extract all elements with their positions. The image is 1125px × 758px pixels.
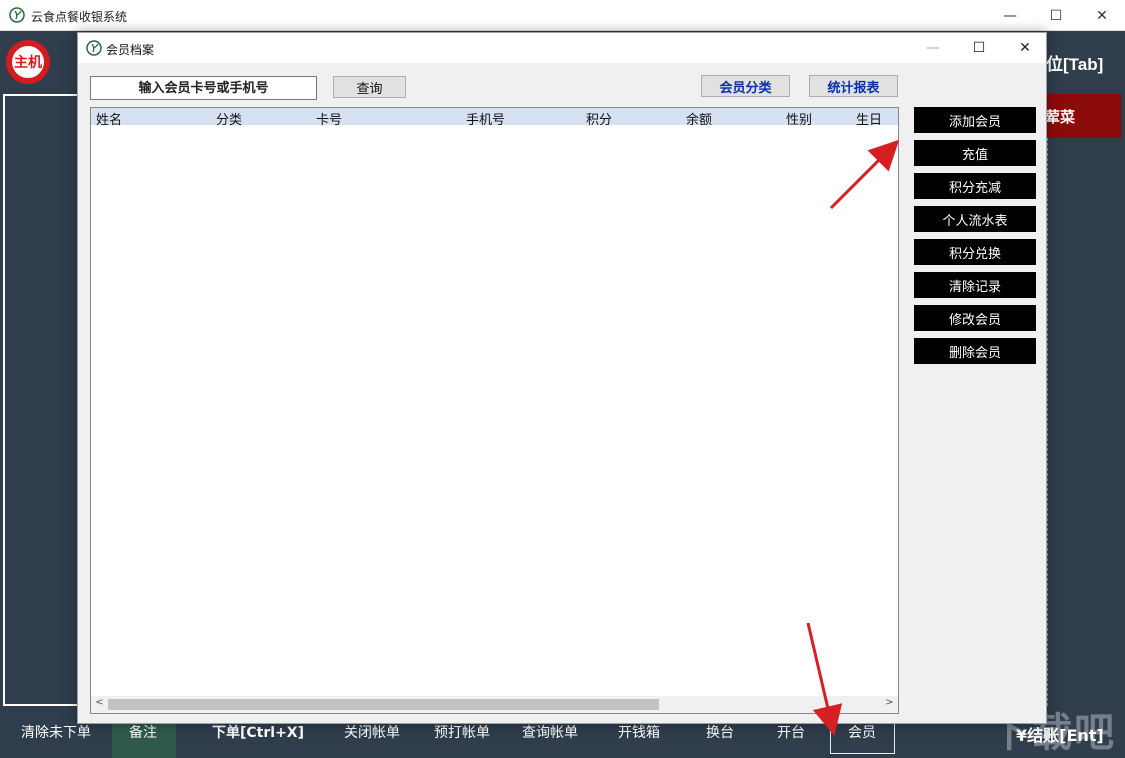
scrollbar-thumb[interactable]: [108, 699, 659, 710]
app-titlebar: 云食点餐收银系统 — ☐ ✕: [0, 0, 1125, 31]
scroll-right-icon[interactable]: >: [881, 697, 898, 708]
dialog-logo-icon: [86, 40, 102, 56]
right-top-label[interactable]: 位[Tab]: [1046, 50, 1103, 75]
open-cash-drawer-button[interactable]: 开钱箱: [618, 722, 660, 742]
close-icon[interactable]: ✕: [1079, 0, 1125, 31]
query-button[interactable]: 查询: [333, 76, 406, 98]
member-button[interactable]: 会员: [848, 722, 876, 742]
app-title: 云食点餐收银系统: [31, 10, 128, 24]
dialog-close-icon[interactable]: ✕: [1002, 33, 1048, 63]
scroll-left-icon[interactable]: <: [91, 697, 108, 708]
points-exchange-button[interactable]: 积分兑换: [914, 239, 1036, 265]
statistics-report-button[interactable]: 统计报表: [809, 75, 898, 97]
dialog-maximize-icon[interactable]: ☐: [956, 33, 1002, 63]
maximize-icon[interactable]: ☐: [1033, 0, 1079, 31]
clear-unordered-button[interactable]: 清除未下单: [21, 722, 91, 742]
member-category-button[interactable]: 会员分类: [701, 75, 790, 97]
preprint-bill-button[interactable]: 预打帐单: [434, 722, 490, 742]
category-tab-label: 荤菜: [1045, 107, 1076, 126]
host-badge-label: 主机: [10, 44, 46, 80]
dialog-minimize-icon[interactable]: —: [910, 33, 956, 63]
member-table[interactable]: 姓名 分类 卡号 手机号 积分 余额 性别 生日 < >: [90, 107, 899, 714]
open-table-button[interactable]: 开台: [777, 722, 805, 742]
dialog-titlebar: 会员档案 — ☐ ✕: [78, 33, 1046, 63]
table-header: 姓名 分类 卡号 手机号 积分 余额 性别 生日: [91, 108, 898, 128]
column-phone[interactable]: 手机号: [466, 109, 505, 128]
clear-records-button[interactable]: 清除记录: [914, 272, 1036, 298]
minimize-icon[interactable]: —: [987, 0, 1033, 31]
personal-statement-button[interactable]: 个人流水表: [914, 206, 1036, 232]
member-search-input[interactable]: [90, 76, 317, 100]
member-dialog: 会员档案 — ☐ ✕ 查询 会员分类 统计报表 姓名 分类 卡号 手机号 积分 …: [77, 32, 1047, 724]
column-points[interactable]: 积分: [586, 109, 612, 128]
query-bill-button[interactable]: 查询帐单: [522, 722, 578, 742]
dialog-title: 会员档案: [106, 43, 155, 57]
column-card-number[interactable]: 卡号: [316, 109, 342, 128]
place-order-button[interactable]: 下单[Ctrl+X]: [212, 722, 304, 742]
horizontal-scrollbar[interactable]: < >: [91, 696, 898, 713]
points-adjust-button[interactable]: 积分充减: [914, 173, 1036, 199]
delete-member-button[interactable]: 删除会员: [914, 338, 1036, 364]
category-tab-active[interactable]: 荤菜: [1045, 94, 1121, 138]
remark-button[interactable]: 备注: [129, 722, 157, 742]
edit-member-button[interactable]: 修改会员: [914, 305, 1036, 331]
right-panel: [1047, 138, 1122, 706]
column-name[interactable]: 姓名: [96, 109, 122, 128]
column-balance[interactable]: 余额: [686, 109, 712, 128]
change-table-button[interactable]: 换台: [706, 722, 734, 742]
close-bill-button[interactable]: 关闭帐单: [344, 722, 400, 742]
app-logo-icon: [9, 7, 25, 23]
column-birthday[interactable]: 生日: [856, 109, 882, 128]
column-gender[interactable]: 性别: [786, 109, 812, 128]
column-category[interactable]: 分类: [216, 109, 242, 128]
add-member-button[interactable]: 添加会员: [914, 107, 1036, 133]
host-badge[interactable]: 主机: [6, 40, 50, 84]
left-panel: [3, 94, 77, 706]
recharge-button[interactable]: 充值: [914, 140, 1036, 166]
